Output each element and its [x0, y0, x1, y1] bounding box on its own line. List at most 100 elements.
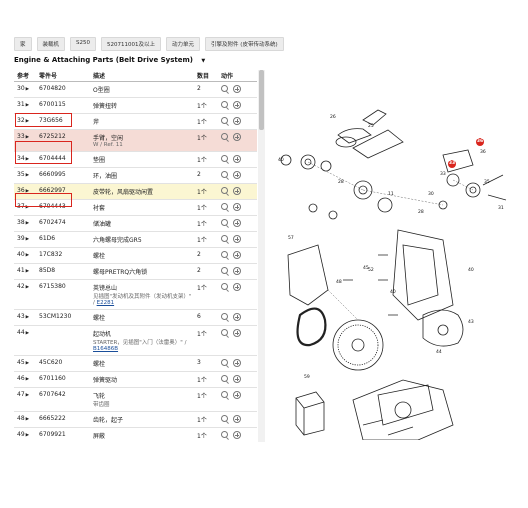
row-ref[interactable]: 49▶ — [14, 431, 36, 438]
add-to-cart-icon[interactable] — [233, 267, 241, 275]
row-ref[interactable]: 39▶ — [14, 235, 36, 242]
magnify-icon[interactable] — [221, 235, 228, 242]
table-row[interactable]: 45▶ 45C620 螺栓 3 — [14, 356, 257, 372]
add-to-cart-icon[interactable] — [233, 117, 241, 125]
parts-diagram[interactable]: 26 25 40 28 11 28 57 45 48 40 40 52 44 4… — [268, 80, 518, 441]
breadcrumb-item-home[interactable]: 家 — [14, 37, 32, 51]
section-title[interactable]: Engine & Attaching Parts (Belt Drive Sys… — [14, 56, 205, 64]
breadcrumb-item-power-unit[interactable]: 动力单元 — [166, 37, 201, 51]
table-row[interactable]: 44▶ 起动机 STARTER，见插图"入门（法雷奥）" / B16486B 1… — [14, 326, 257, 356]
table-row[interactable]: 30▶ 6704820 O型圈 2 — [14, 82, 257, 98]
row-part-number[interactable]: 6700115 — [36, 101, 90, 108]
row-part-number[interactable]: 6702474 — [36, 219, 90, 226]
header-ref[interactable]: 参考 — [14, 71, 36, 80]
row-part-number[interactable]: 17C832 — [36, 251, 90, 258]
add-to-cart-icon[interactable] — [233, 375, 241, 383]
magnify-icon[interactable] — [221, 391, 228, 398]
row-part-number[interactable]: 6701160 — [36, 375, 90, 382]
add-to-cart-icon[interactable] — [233, 313, 241, 321]
row-part-number[interactable]: 45C620 — [36, 359, 90, 366]
expand-arrow-icon[interactable]: ▶ — [26, 331, 29, 336]
magnify-icon[interactable] — [221, 313, 228, 320]
table-row[interactable]: 41▶ 85D8 螺母PRETRQ六角锁 2 — [14, 264, 257, 280]
row-part-number[interactable]: 85D8 — [36, 267, 90, 274]
add-to-cart-icon[interactable] — [233, 155, 241, 163]
row-ref[interactable]: 35▶ — [14, 171, 36, 178]
magnify-icon[interactable] — [221, 219, 228, 226]
row-part-number[interactable]: 6665222 — [36, 415, 90, 422]
row-part-number[interactable]: 6704820 — [36, 85, 90, 92]
row-ref[interactable]: 44▶ — [14, 329, 36, 336]
table-row[interactable]: 39▶ 61D6 六角螺母完成GR5 1个 — [14, 232, 257, 248]
magnify-icon[interactable] — [221, 155, 228, 162]
add-to-cart-icon[interactable] — [233, 329, 241, 337]
expand-arrow-icon[interactable]: ▶ — [26, 285, 29, 290]
reference-link[interactable]: B16486B — [93, 346, 118, 352]
magnify-icon[interactable] — [221, 329, 228, 336]
expand-arrow-icon[interactable]: ▶ — [26, 361, 29, 366]
row-ref[interactable]: 41▶ — [14, 267, 36, 274]
breadcrumb-item-model[interactable]: S250 — [70, 37, 97, 51]
expand-arrow-icon[interactable]: ▶ — [26, 237, 29, 242]
add-to-cart-icon[interactable] — [233, 283, 241, 291]
expand-arrow-icon[interactable]: ▶ — [26, 173, 29, 178]
row-ref[interactable]: 38▶ — [14, 219, 36, 226]
expand-arrow-icon[interactable]: ▶ — [26, 269, 29, 274]
magnify-icon[interactable] — [221, 431, 228, 438]
row-ref[interactable]: 31▶ — [14, 101, 36, 108]
row-ref[interactable]: 45▶ — [14, 359, 36, 366]
row-ref[interactable]: 40▶ — [14, 251, 36, 258]
row-part-number[interactable]: 6709921 — [36, 431, 90, 438]
add-to-cart-icon[interactable] — [233, 431, 241, 439]
expand-arrow-icon[interactable]: ▶ — [26, 393, 29, 398]
table-row[interactable]: 43▶ 53CM1230 螺栓 6 — [14, 310, 257, 326]
table-row[interactable]: 31▶ 6700115 弹簧扭转 1个 — [14, 98, 257, 114]
table-row[interactable]: 38▶ 6702474 储油罐 1个 — [14, 216, 257, 232]
add-to-cart-icon[interactable] — [233, 391, 241, 399]
header-quantity[interactable]: 数目 — [194, 71, 218, 80]
row-part-number[interactable]: 61D6 — [36, 235, 90, 242]
row-ref[interactable]: 48▶ — [14, 415, 36, 422]
row-part-number[interactable]: 53CM1230 — [36, 313, 90, 320]
breadcrumb-item-engine[interactable]: 引擎及附件 (皮带传动系统) — [205, 37, 284, 51]
add-to-cart-icon[interactable] — [233, 219, 241, 227]
magnify-icon[interactable] — [221, 101, 228, 108]
row-ref[interactable]: 47▶ — [14, 391, 36, 398]
magnify-icon[interactable] — [221, 117, 228, 124]
caret-down-icon[interactable]: ▼ — [201, 58, 205, 64]
table-row[interactable]: 46▶ 6701160 弹簧驱动 1个 — [14, 372, 257, 388]
magnify-icon[interactable] — [221, 375, 228, 382]
add-to-cart-icon[interactable] — [233, 235, 241, 243]
table-row[interactable]: 48▶ 6665222 齿轮，起子 1个 — [14, 412, 257, 428]
expand-arrow-icon[interactable]: ▶ — [26, 103, 29, 108]
breadcrumb-item-loader[interactable]: 装载机 — [36, 37, 66, 51]
row-part-number[interactable]: 6660995 — [36, 171, 90, 178]
magnify-icon[interactable] — [221, 415, 228, 422]
add-to-cart-icon[interactable] — [233, 203, 241, 211]
magnify-icon[interactable] — [221, 359, 228, 366]
table-row[interactable]: 35▶ 6660995 环，油圈 2 — [14, 168, 257, 184]
row-ref[interactable]: 30▶ — [14, 85, 36, 92]
row-part-number[interactable]: 6715380 — [36, 283, 90, 290]
magnify-icon[interactable] — [221, 251, 228, 258]
add-to-cart-icon[interactable] — [233, 251, 241, 259]
expand-arrow-icon[interactable]: ▶ — [26, 417, 29, 422]
badge-ref-33[interactable]: 33 — [448, 160, 456, 168]
expand-arrow-icon[interactable]: ▶ — [26, 433, 29, 438]
magnify-icon[interactable] — [221, 283, 228, 290]
expand-arrow-icon[interactable]: ▶ — [26, 135, 29, 140]
magnify-icon[interactable] — [221, 267, 228, 274]
row-part-number[interactable]: 6707642 — [36, 391, 90, 398]
badge-ref-36[interactable]: 36 — [476, 138, 484, 146]
table-row[interactable]: 42▶ 6715380 英镑总山 见插图"发动机及其附件（发动机支架）" / E… — [14, 280, 257, 310]
magnify-icon[interactable] — [221, 85, 228, 92]
expand-arrow-icon[interactable]: ▶ — [26, 315, 29, 320]
add-to-cart-icon[interactable] — [233, 85, 241, 93]
row-ref[interactable]: 33▶ — [14, 133, 36, 140]
expand-arrow-icon[interactable]: ▶ — [26, 253, 29, 258]
header-part-number[interactable]: 零件号 — [36, 71, 90, 80]
reference-link[interactable]: E2281 — [97, 300, 114, 306]
table-row[interactable]: 47▶ 6707642 飞轮 带齿圈 1个 — [14, 388, 257, 412]
row-ref[interactable]: 46▶ — [14, 375, 36, 382]
magnify-icon[interactable] — [221, 171, 228, 178]
